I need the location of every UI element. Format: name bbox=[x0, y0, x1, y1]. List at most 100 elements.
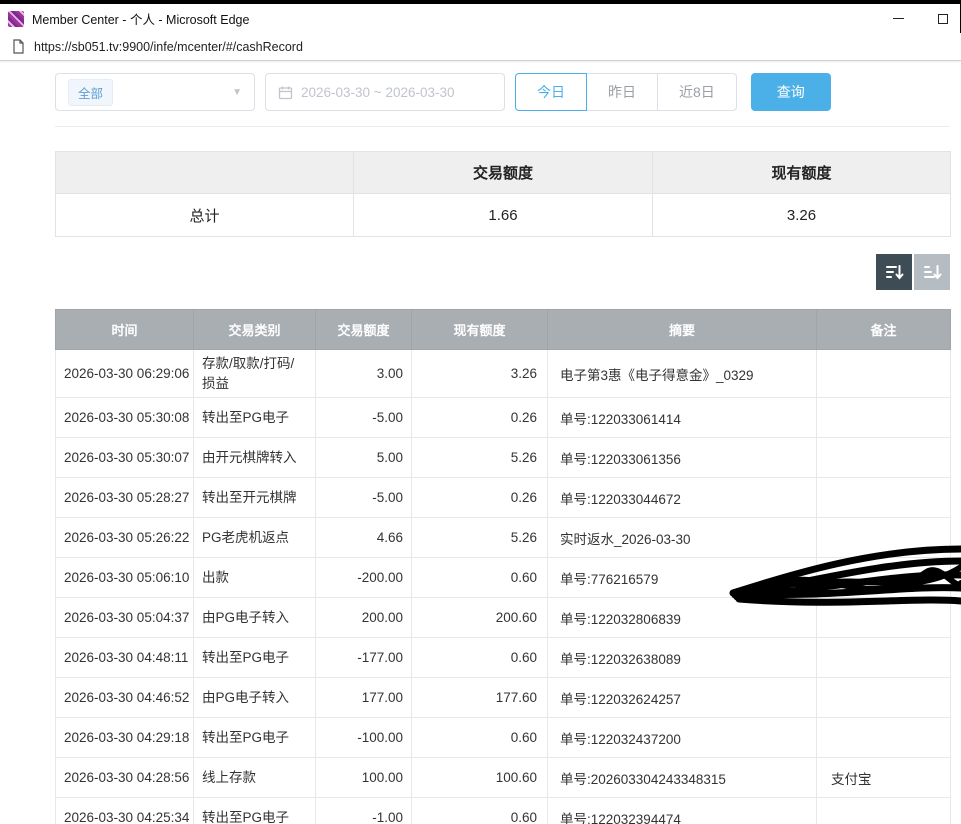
cell-transaction-amount: -200.00 bbox=[316, 558, 412, 598]
cell-category: 转出至开元棋牌 bbox=[194, 478, 316, 518]
category-dropdown[interactable]: 全部 ▼ bbox=[55, 73, 255, 111]
table-row: 2026-03-30 04:29:18 转出至PG电子 -100.00 0.60… bbox=[56, 718, 951, 758]
cell-remark bbox=[817, 678, 951, 718]
table-row: 2026-03-30 04:25:34 转出至PG电子 -1.00 0.60 单… bbox=[56, 798, 951, 824]
cell-category: 转出至PG电子 bbox=[194, 798, 316, 824]
cell-time: 2026-03-30 05:30:07 bbox=[56, 438, 194, 478]
cell-remark bbox=[817, 798, 951, 824]
transaction-header-row: 时间 交易类别 交易额度 现有额度 摘要 备注 bbox=[56, 310, 951, 350]
section-divider bbox=[55, 126, 950, 127]
cell-time: 2026-03-30 05:04:37 bbox=[56, 598, 194, 638]
cell-transaction-amount: 200.00 bbox=[316, 598, 412, 638]
column-header-time: 时间 bbox=[56, 310, 194, 350]
column-header-transaction-amount: 交易额度 bbox=[316, 310, 412, 350]
summary-header-transaction-amount: 交易额度 bbox=[354, 152, 653, 194]
last-8-days-button[interactable]: 近8日 bbox=[657, 73, 737, 111]
url-text[interactable]: https://sb051.tv:9900/infe/mcenter/#/cas… bbox=[34, 40, 303, 54]
cell-current-amount: 200.60 bbox=[412, 598, 548, 638]
cell-time: 2026-03-30 04:48:11 bbox=[56, 638, 194, 678]
table-row: 2026-03-30 06:29:06 存款/取款/打码/损益 3.00 3.2… bbox=[56, 350, 951, 398]
cell-category: PG老虎机返点 bbox=[194, 518, 316, 558]
cell-category: 由PG电子转入 bbox=[194, 598, 316, 638]
table-row: 2026-03-30 05:28:27 转出至开元棋牌 -5.00 0.26 单… bbox=[56, 478, 951, 518]
sort-descending-button[interactable] bbox=[876, 254, 912, 290]
cell-transaction-amount: -5.00 bbox=[316, 398, 412, 438]
cell-remark bbox=[817, 518, 951, 558]
browser-url-bar[interactable]: https://sb051.tv:9900/infe/mcenter/#/cas… bbox=[0, 33, 961, 61]
cell-current-amount: 0.60 bbox=[412, 798, 548, 824]
maximize-icon[interactable] bbox=[938, 14, 948, 24]
site-favicon-icon bbox=[8, 11, 24, 27]
today-button[interactable]: 今日 bbox=[515, 73, 587, 111]
cell-transaction-amount: -177.00 bbox=[316, 638, 412, 678]
quick-date-button-group: 今日 昨日 近8日 bbox=[515, 73, 737, 111]
cell-remark bbox=[817, 398, 951, 438]
summary-total-row: 总计 1.66 3.26 bbox=[56, 194, 951, 237]
sort-asc-icon bbox=[922, 262, 942, 282]
cell-summary: 单号:122032624257 bbox=[548, 678, 817, 718]
site-info-icon bbox=[12, 39, 25, 54]
search-button[interactable]: 查询 bbox=[751, 73, 831, 111]
cell-transaction-amount: 100.00 bbox=[316, 758, 412, 798]
column-header-current-amount: 现有额度 bbox=[412, 310, 548, 350]
cell-transaction-amount: 3.00 bbox=[316, 350, 412, 398]
filter-bar: 全部 ▼ 2026-03-30 ~ 2026-03-30 今日 昨日 近8日 查… bbox=[55, 73, 950, 111]
table-row: 2026-03-30 04:48:11 转出至PG电子 -177.00 0.60… bbox=[56, 638, 951, 678]
cell-remark bbox=[817, 478, 951, 518]
summary-header-current-amount: 现有额度 bbox=[653, 152, 951, 194]
cell-time: 2026-03-30 04:46:52 bbox=[56, 678, 194, 718]
cell-summary: 实时返水_2026-03-30 bbox=[548, 518, 817, 558]
cell-category: 出款 bbox=[194, 558, 316, 598]
column-header-remark: 备注 bbox=[817, 310, 951, 350]
sort-controls bbox=[55, 254, 950, 290]
summary-header-empty bbox=[56, 152, 354, 194]
cell-current-amount: 0.26 bbox=[412, 478, 548, 518]
cell-summary: 单号:122033044672 bbox=[548, 478, 817, 518]
window-title: Member Center - 个人 - Microsoft Edge bbox=[32, 9, 893, 28]
cell-current-amount: 0.60 bbox=[412, 558, 548, 598]
cell-category: 转出至PG电子 bbox=[194, 398, 316, 438]
cell-summary: 单号:122032806839 bbox=[548, 598, 817, 638]
cash-record-page: 全部 ▼ 2026-03-30 ~ 2026-03-30 今日 昨日 近8日 查… bbox=[55, 73, 950, 824]
table-row: 2026-03-30 04:28:56 线上存款 100.00 100.60 单… bbox=[56, 758, 951, 798]
yesterday-button[interactable]: 昨日 bbox=[586, 73, 658, 111]
sort-ascending-button[interactable] bbox=[914, 254, 950, 290]
category-selected-tag: 全部 bbox=[68, 79, 113, 106]
cell-remark bbox=[817, 558, 951, 598]
summary-table: 交易额度 现有额度 总计 1.66 3.26 bbox=[55, 151, 951, 237]
cell-remark bbox=[817, 718, 951, 758]
cell-summary: 单号:122032638089 bbox=[548, 638, 817, 678]
cell-transaction-amount: -1.00 bbox=[316, 798, 412, 824]
table-row: 2026-03-30 05:30:07 由开元棋牌转入 5.00 5.26 单号… bbox=[56, 438, 951, 478]
table-row: 2026-03-30 05:26:22 PG老虎机返点 4.66 5.26 实时… bbox=[56, 518, 951, 558]
minimize-icon[interactable] bbox=[893, 18, 904, 19]
transaction-table-body: 2026-03-30 06:29:06 存款/取款/打码/损益 3.00 3.2… bbox=[56, 350, 951, 824]
chevron-down-icon: ▼ bbox=[232, 87, 242, 98]
table-row: 2026-03-30 04:46:52 由PG电子转入 177.00 177.6… bbox=[56, 678, 951, 718]
cell-category: 线上存款 bbox=[194, 758, 316, 798]
cell-category: 存款/取款/打码/损益 bbox=[194, 350, 316, 398]
cell-time: 2026-03-30 06:29:06 bbox=[56, 350, 194, 398]
cell-remark: 支付宝 bbox=[817, 758, 951, 798]
column-header-summary: 摘要 bbox=[548, 310, 817, 350]
cell-summary: 单号:122032437200 bbox=[548, 718, 817, 758]
cell-category: 转出至PG电子 bbox=[194, 638, 316, 678]
cell-remark bbox=[817, 598, 951, 638]
cell-summary: 单号:202603304243348315 bbox=[548, 758, 817, 798]
window-titlebar: Member Center - 个人 - Microsoft Edge bbox=[0, 4, 961, 33]
transaction-table: 时间 交易类别 交易额度 现有额度 摘要 备注 2026-03-30 06:29… bbox=[55, 309, 951, 824]
cell-time: 2026-03-30 05:30:08 bbox=[56, 398, 194, 438]
cell-remark bbox=[817, 350, 951, 398]
cell-transaction-amount: -5.00 bbox=[316, 478, 412, 518]
table-row: 2026-03-30 05:06:10 出款 -200.00 0.60 单号:7… bbox=[56, 558, 951, 598]
cell-summary: 单号:122033061356 bbox=[548, 438, 817, 478]
cell-time: 2026-03-30 04:28:56 bbox=[56, 758, 194, 798]
table-row: 2026-03-30 05:04:37 由PG电子转入 200.00 200.6… bbox=[56, 598, 951, 638]
cell-current-amount: 0.60 bbox=[412, 718, 548, 758]
cell-remark bbox=[817, 438, 951, 478]
cell-time: 2026-03-30 05:26:22 bbox=[56, 518, 194, 558]
summary-total-label: 总计 bbox=[56, 194, 354, 237]
date-range-input[interactable]: 2026-03-30 ~ 2026-03-30 bbox=[265, 73, 505, 111]
cell-time: 2026-03-30 05:28:27 bbox=[56, 478, 194, 518]
cell-summary: 电子第3惠《电子得意金》_0329 bbox=[548, 350, 817, 398]
